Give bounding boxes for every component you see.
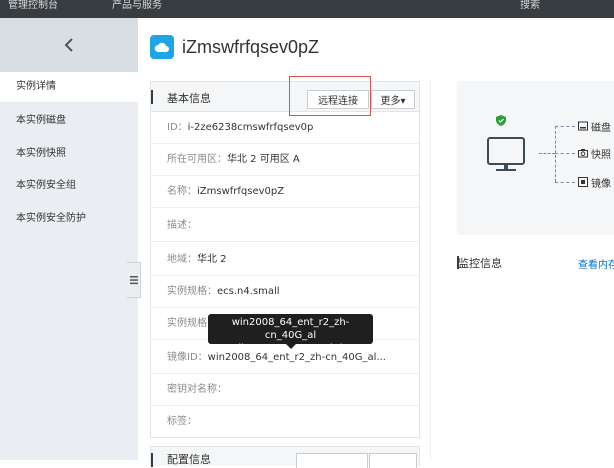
search-link[interactable]: 搜索 [520, 0, 540, 11]
info-row-id: ID：i-2ze6238cmswfrfqsev0p [151, 112, 419, 144]
sidebar: 实例详情 本实例磁盘 本实例快照 本实例安全组 本实例安全防护 [0, 18, 138, 460]
divider [430, 81, 431, 460]
page-header: iZmswfrfqsev0pZ [150, 32, 319, 62]
sidebar-item-disks[interactable]: 本实例磁盘 [0, 106, 138, 136]
sidebar-collapse-handle[interactable] [127, 262, 141, 298]
info-label: 描述： [167, 220, 197, 231]
info-label: 标签： [167, 416, 197, 427]
info-row-name: 名称：iZmswfrfqsev0pZ [151, 176, 419, 208]
info-value: i-2ze6238cmswfrfqsev0p [187, 122, 314, 133]
tooltip-arrow [286, 344, 296, 349]
basic-info-header: 基本信息 远程连接 更多▾ [151, 76, 419, 116]
info-label: 实例规格： [167, 286, 217, 297]
info-label: 镜像ID： [167, 352, 208, 363]
connector-line [555, 153, 575, 154]
image-id-tooltip: win2008_64_ent_r2_zh-cn_40G_al ibase_201… [208, 314, 373, 354]
tooltip-line-1: win2008_64_ent_r2_zh-cn_40G_al [231, 317, 350, 341]
image-icon [578, 177, 588, 187]
cloud-server-icon [150, 35, 174, 59]
monitoring-title: 监控信息 [458, 257, 502, 270]
basic-info-title: 基本信息 [167, 92, 211, 105]
view-memory-link[interactable]: 查看内存 [578, 256, 614, 271]
console-link[interactable]: 管理控制台 [8, 0, 58, 11]
products-menu[interactable]: 产品与服务 [112, 0, 162, 11]
sidebar-item-instance-details[interactable]: 实例详情 [0, 72, 138, 102]
connector-line [555, 126, 556, 182]
info-value: 华北 2 可用区 A [227, 154, 300, 165]
top-nav-bar: 管理控制台 产品与服务 搜索 [0, 0, 614, 18]
diagram-disk-label[interactable]: 磁盘 [591, 119, 611, 134]
info-row-description: 描述： [151, 210, 419, 242]
config-more-button[interactable] [369, 453, 417, 468]
sidebar-item-snapshots[interactable]: 本实例快照 [0, 139, 138, 169]
sidebar-item-security-groups[interactable]: 本实例安全组 [0, 171, 138, 201]
info-label: 密钥对名称： [167, 384, 227, 395]
config-info-panel: 配置信息 [150, 446, 420, 468]
page-title: iZmswfrfqsev0pZ [182, 36, 320, 57]
connector-line [539, 153, 555, 154]
info-value: iZmswfrfqsev0pZ [197, 186, 285, 197]
camera-icon [578, 149, 588, 158]
more-dropdown-button[interactable]: 更多▾ [371, 90, 415, 109]
info-row-tags: 标签： [151, 406, 419, 438]
back-button[interactable] [0, 18, 138, 72]
info-row-instance-type: 实例规格：ecs.n4.small [151, 276, 419, 308]
diagram-snapshot-label[interactable]: 快照 [591, 146, 611, 161]
chevron-left-icon [64, 38, 73, 52]
hamburger-icon [129, 276, 138, 285]
info-row-keypair: 密钥对名称： [151, 374, 419, 406]
remote-connect-button[interactable]: 远程连接 [307, 90, 369, 109]
diagram-image-label[interactable]: 镜像 [591, 175, 611, 190]
info-row-region: 地域：华北 2 [151, 244, 419, 276]
resource-diagram: 磁盘 快照 镜像 [457, 81, 614, 235]
info-value: ecs.n4.small [217, 286, 280, 297]
info-row-zone: 所在可用区：华北 2 可用区 A [151, 144, 419, 176]
info-label: 所在可用区： [167, 154, 227, 165]
shield-icon [496, 115, 506, 126]
disk-icon [578, 121, 588, 131]
connector-line [555, 182, 575, 183]
config-action-button[interactable] [296, 453, 368, 468]
monitor-icon [487, 137, 525, 171]
section-marker [151, 90, 153, 104]
info-value: 华北 2 [197, 254, 227, 265]
info-label: 实例规格 [167, 318, 207, 329]
sidebar-item-security-protection[interactable]: 本实例安全防护 [0, 204, 138, 234]
info-label: 地域： [167, 254, 197, 265]
basic-info-panel: 基本信息 远程连接 更多▾ ID：i-2ze6238cmswfrfqsev0p … [150, 76, 420, 438]
config-info-title: 配置信息 [167, 453, 211, 466]
connector-line [555, 126, 575, 127]
section-marker [151, 453, 153, 467]
info-label: 名称： [167, 186, 197, 197]
info-label: ID： [167, 122, 188, 133]
